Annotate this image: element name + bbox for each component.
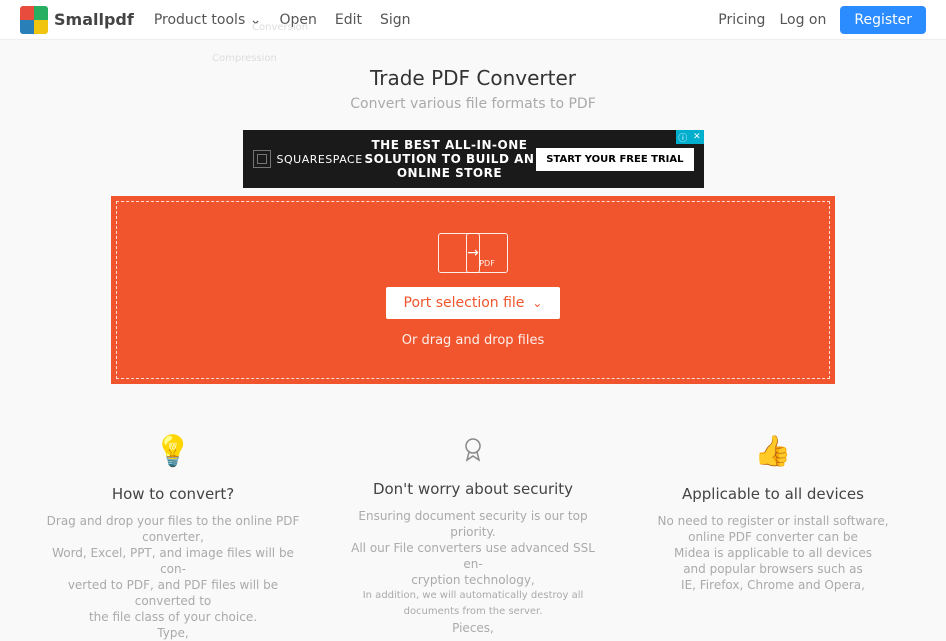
feature-text: and popular browsers such as bbox=[641, 561, 905, 577]
feature-how-to: 💡 How to convert? Drag and drop your fil… bbox=[23, 434, 323, 641]
feature-title: How to convert? bbox=[41, 485, 305, 503]
feature-text: cryption technology, bbox=[341, 572, 605, 588]
ad-banner[interactable]: ⓘ✕ SQUARESPACE THE BEST ALL-IN-ONE SOLUT… bbox=[243, 130, 704, 188]
top-nav: Smallpdf Product tools Open Edit Sign Pr… bbox=[0, 0, 946, 40]
feature-text: Ensuring document security is our top pr… bbox=[341, 508, 605, 540]
dropzone-inner[interactable]: → Port selection file Or drag and drop f… bbox=[116, 201, 830, 379]
nav-right: Pricing Log on Register bbox=[718, 6, 926, 34]
ad-headline: THE BEST ALL-IN-ONE SOLUTION TO BUILD AN… bbox=[363, 138, 537, 180]
feature-text: Drag and drop your files to the online P… bbox=[41, 513, 305, 545]
feature-title: Applicable to all devices bbox=[641, 485, 905, 503]
brand-logo[interactable]: Smallpdf bbox=[20, 6, 134, 34]
nav-edit[interactable]: Edit bbox=[335, 12, 362, 28]
feature-devices: 👍 Applicable to all devices No need to r… bbox=[623, 434, 923, 641]
feature-security: Don't worry about security Ensuring docu… bbox=[323, 434, 623, 641]
feature-text: IE, Firefox, Chrome and Opera, bbox=[641, 577, 905, 593]
feature-title: Don't worry about security bbox=[341, 480, 605, 498]
feature-text: In addition, we will automatically destr… bbox=[341, 588, 605, 620]
feature-text: All our File converters use advanced SSL… bbox=[341, 540, 605, 572]
feature-text: Word, Excel, PPT, and image files will b… bbox=[41, 545, 305, 577]
file-convert-icon: → bbox=[438, 233, 508, 273]
page-title: Trade PDF Converter bbox=[0, 66, 946, 90]
feature-text: Pieces, bbox=[341, 620, 605, 636]
select-file-button[interactable]: Port selection file bbox=[386, 287, 561, 319]
feature-text: Type, bbox=[41, 625, 305, 641]
nav-product-tools[interactable]: Product tools bbox=[154, 12, 262, 28]
nav-pricing[interactable]: Pricing bbox=[718, 12, 765, 28]
dropzone[interactable]: → Port selection file Or drag and drop f… bbox=[111, 196, 835, 384]
nav-logon[interactable]: Log on bbox=[779, 12, 826, 28]
nav-sign[interactable]: Sign bbox=[380, 12, 411, 28]
thumbs-up-icon: 👍 bbox=[641, 434, 905, 469]
ad-brand: SQUARESPACE bbox=[253, 150, 363, 168]
drag-hint: Or drag and drop files bbox=[402, 333, 544, 348]
feature-text: verted to PDF, and PDF files will be con… bbox=[41, 577, 305, 609]
ad-cta-button[interactable]: START YOUR FREE TRIAL bbox=[536, 148, 693, 171]
feature-text: No need to register or install software,… bbox=[641, 513, 905, 545]
logo-icon bbox=[20, 6, 48, 34]
ribbon-icon bbox=[341, 434, 605, 464]
register-button[interactable]: Register bbox=[840, 6, 926, 34]
page-subtitle: Convert various file formats to PDF bbox=[0, 96, 946, 112]
feature-text: the file class of your choice. bbox=[41, 609, 305, 625]
watermark-compression: Compression bbox=[212, 53, 277, 64]
brand-name: Smallpdf bbox=[54, 10, 134, 29]
watermark-conversion: Conversion bbox=[252, 22, 308, 33]
feature-text: Midea is applicable to all devices bbox=[641, 545, 905, 561]
lightbulb-icon: 💡 bbox=[41, 434, 305, 469]
features-row: 💡 How to convert? Drag and drop your fil… bbox=[0, 384, 946, 641]
hero: Trade PDF Converter Convert various file… bbox=[0, 40, 946, 112]
adchoices-icon[interactable]: ⓘ✕ bbox=[676, 130, 704, 144]
